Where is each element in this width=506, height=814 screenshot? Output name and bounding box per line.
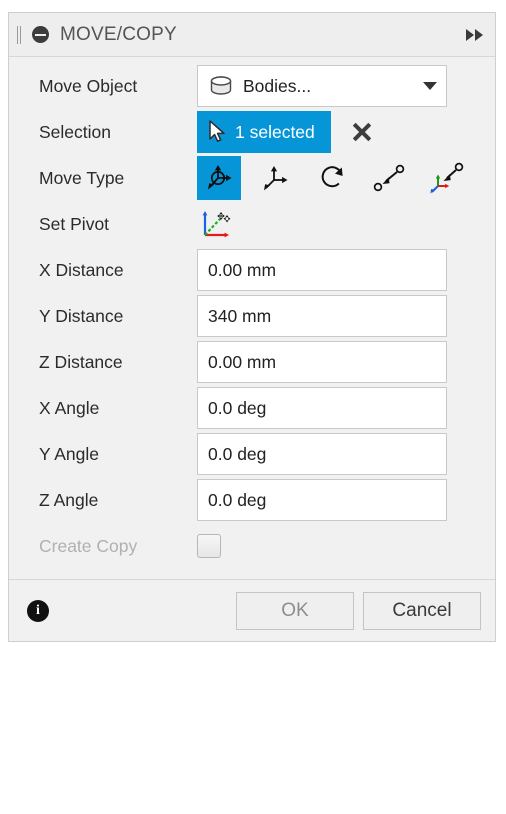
translate-axes-icon[interactable] xyxy=(254,156,298,200)
cursor-arrow-icon xyxy=(207,120,229,144)
label-create-copy: Create Copy xyxy=(39,535,138,556)
dialog-titlebar[interactable]: MOVE/COPY xyxy=(9,13,495,57)
z-angle-input[interactable]: 0.0 deg xyxy=(197,479,447,521)
label-y-distance: Y Distance xyxy=(39,305,124,326)
chevron-right-icon-1 xyxy=(466,28,474,41)
label-move-object: Move Object xyxy=(39,75,138,96)
control-x-angle: 0.0 deg xyxy=(197,387,495,429)
row-y-distance: Y Distance 340 mm xyxy=(9,293,495,339)
close-x-icon[interactable] xyxy=(351,121,373,143)
info-icon[interactable]: i xyxy=(27,599,49,622)
rotate-icon[interactable] xyxy=(311,156,355,200)
label-x-angle: X Angle xyxy=(39,397,100,418)
free-move-icon[interactable] xyxy=(197,156,241,200)
row-create-copy: Create Copy xyxy=(9,523,495,569)
label-move-type: Move Type xyxy=(39,167,125,188)
control-x-distance: 0.00 mm xyxy=(197,249,495,291)
double-chevron-right-icon[interactable] xyxy=(466,28,483,41)
row-z-distance: Z Distance 0.00 mm xyxy=(9,339,495,385)
control-z-angle: 0.0 deg xyxy=(197,479,495,521)
control-selection: 1 selected xyxy=(197,111,495,153)
dialog-footer: i OK Cancel xyxy=(9,579,495,641)
label-y-angle: Y Angle xyxy=(39,443,100,464)
row-x-angle: X Angle 0.0 deg xyxy=(9,385,495,431)
move-type-group xyxy=(197,156,482,200)
control-y-distance: 340 mm xyxy=(197,295,495,337)
dialog-body: Move Object Bodies... Selection 1 select… xyxy=(9,57,495,579)
point-to-point-icon[interactable] xyxy=(368,156,412,200)
x-angle-input[interactable]: 0.0 deg xyxy=(197,387,447,429)
control-y-angle: 0.0 deg xyxy=(197,433,495,475)
chevron-down-icon[interactable] xyxy=(423,82,437,90)
set-pivot-axes-icon[interactable] xyxy=(197,204,237,244)
y-distance-input[interactable]: 340 mm xyxy=(197,295,447,337)
selection-count: 1 selected xyxy=(235,121,315,142)
label-selection: Selection xyxy=(39,121,111,142)
move-copy-dialog: MOVE/COPY Move Object Bodies... Selectio… xyxy=(8,12,496,642)
body-cylinder-icon xyxy=(208,75,234,97)
move-object-value: Bodies... xyxy=(243,75,312,96)
control-create-copy xyxy=(197,534,495,558)
row-move-object: Move Object Bodies... xyxy=(9,63,495,109)
row-y-angle: Y Angle 0.0 deg xyxy=(9,431,495,477)
cancel-button[interactable]: Cancel xyxy=(363,591,481,630)
move-object-dropdown[interactable]: Bodies... xyxy=(197,65,447,107)
selection-button[interactable]: 1 selected xyxy=(197,111,331,153)
minus-circle-icon[interactable] xyxy=(32,26,49,43)
ok-button[interactable]: OK xyxy=(236,591,354,630)
label-set-pivot: Set Pivot xyxy=(39,213,110,234)
create-copy-checkbox[interactable] xyxy=(197,534,221,558)
y-angle-input[interactable]: 0.0 deg xyxy=(197,433,447,475)
label-x-distance: X Distance xyxy=(39,259,124,280)
row-z-angle: Z Angle 0.0 deg xyxy=(9,477,495,523)
row-move-type: Move Type xyxy=(9,155,495,201)
row-set-pivot: Set Pivot xyxy=(9,201,495,247)
z-distance-input[interactable]: 0.00 mm xyxy=(197,341,447,383)
chevron-right-icon-2 xyxy=(475,28,483,41)
drag-handle[interactable] xyxy=(15,25,23,44)
control-set-pivot xyxy=(197,204,495,244)
control-move-type xyxy=(197,156,495,200)
point-to-position-icon[interactable] xyxy=(425,156,469,200)
row-selection: Selection 1 selected xyxy=(9,109,495,155)
control-z-distance: 0.00 mm xyxy=(197,341,495,383)
dialog-title: MOVE/COPY xyxy=(60,23,177,45)
label-z-angle: Z Angle xyxy=(39,489,99,510)
control-move-object: Bodies... xyxy=(197,65,495,107)
row-x-distance: X Distance 0.00 mm xyxy=(9,247,495,293)
x-distance-input[interactable]: 0.00 mm xyxy=(197,249,447,291)
label-z-distance: Z Distance xyxy=(39,351,123,372)
